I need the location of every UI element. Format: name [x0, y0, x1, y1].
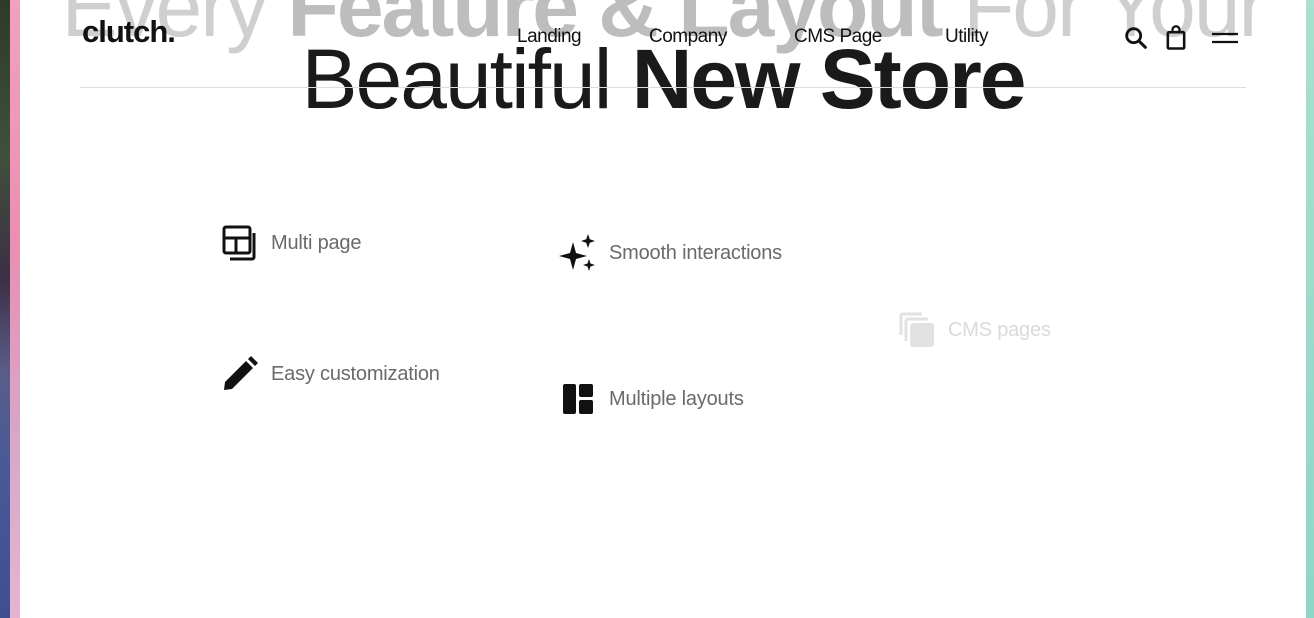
feature-label: Multi page	[271, 231, 362, 254]
feature-multiple-layouts: Multiple layouts	[559, 380, 744, 418]
header-divider	[80, 87, 1246, 88]
multi-page-icon	[221, 224, 259, 262]
background-edge-left	[0, 0, 20, 618]
nav-item-landing[interactable]: Landing	[517, 26, 582, 48]
feature-easy-customization: Easy customization	[221, 355, 440, 393]
search-icon[interactable]	[1122, 24, 1150, 52]
page-panel: Every Feature & Layout For Your Beautifu…	[20, 0, 1306, 618]
nav-item-utility[interactable]: Utility	[945, 26, 988, 48]
feature-label: Easy customization	[271, 362, 440, 385]
sparkle-icon	[559, 234, 597, 272]
feature-smooth-interactions: Smooth interactions	[559, 234, 782, 272]
feature-cms-pages: CMS pages	[898, 311, 1051, 349]
shopping-bag-icon[interactable]	[1162, 24, 1190, 52]
site-header: clutch. Landing Company CMS Page Utility	[20, 0, 1306, 88]
background-edge-right	[1306, 0, 1314, 618]
logo[interactable]: clutch.	[82, 14, 176, 50]
feature-label: Smooth interactions	[609, 241, 782, 264]
pages-stack-icon	[898, 311, 936, 349]
feature-label: Multiple layouts	[609, 387, 744, 410]
pencil-icon	[221, 355, 259, 393]
feature-multi-page: Multi page	[221, 224, 361, 262]
menu-icon[interactable]	[1210, 24, 1240, 52]
nav-item-company[interactable]: Company	[649, 26, 727, 48]
nav-item-cms-page[interactable]: CMS Page	[794, 26, 882, 48]
feature-label: CMS pages	[948, 318, 1051, 341]
layout-icon	[559, 380, 597, 418]
